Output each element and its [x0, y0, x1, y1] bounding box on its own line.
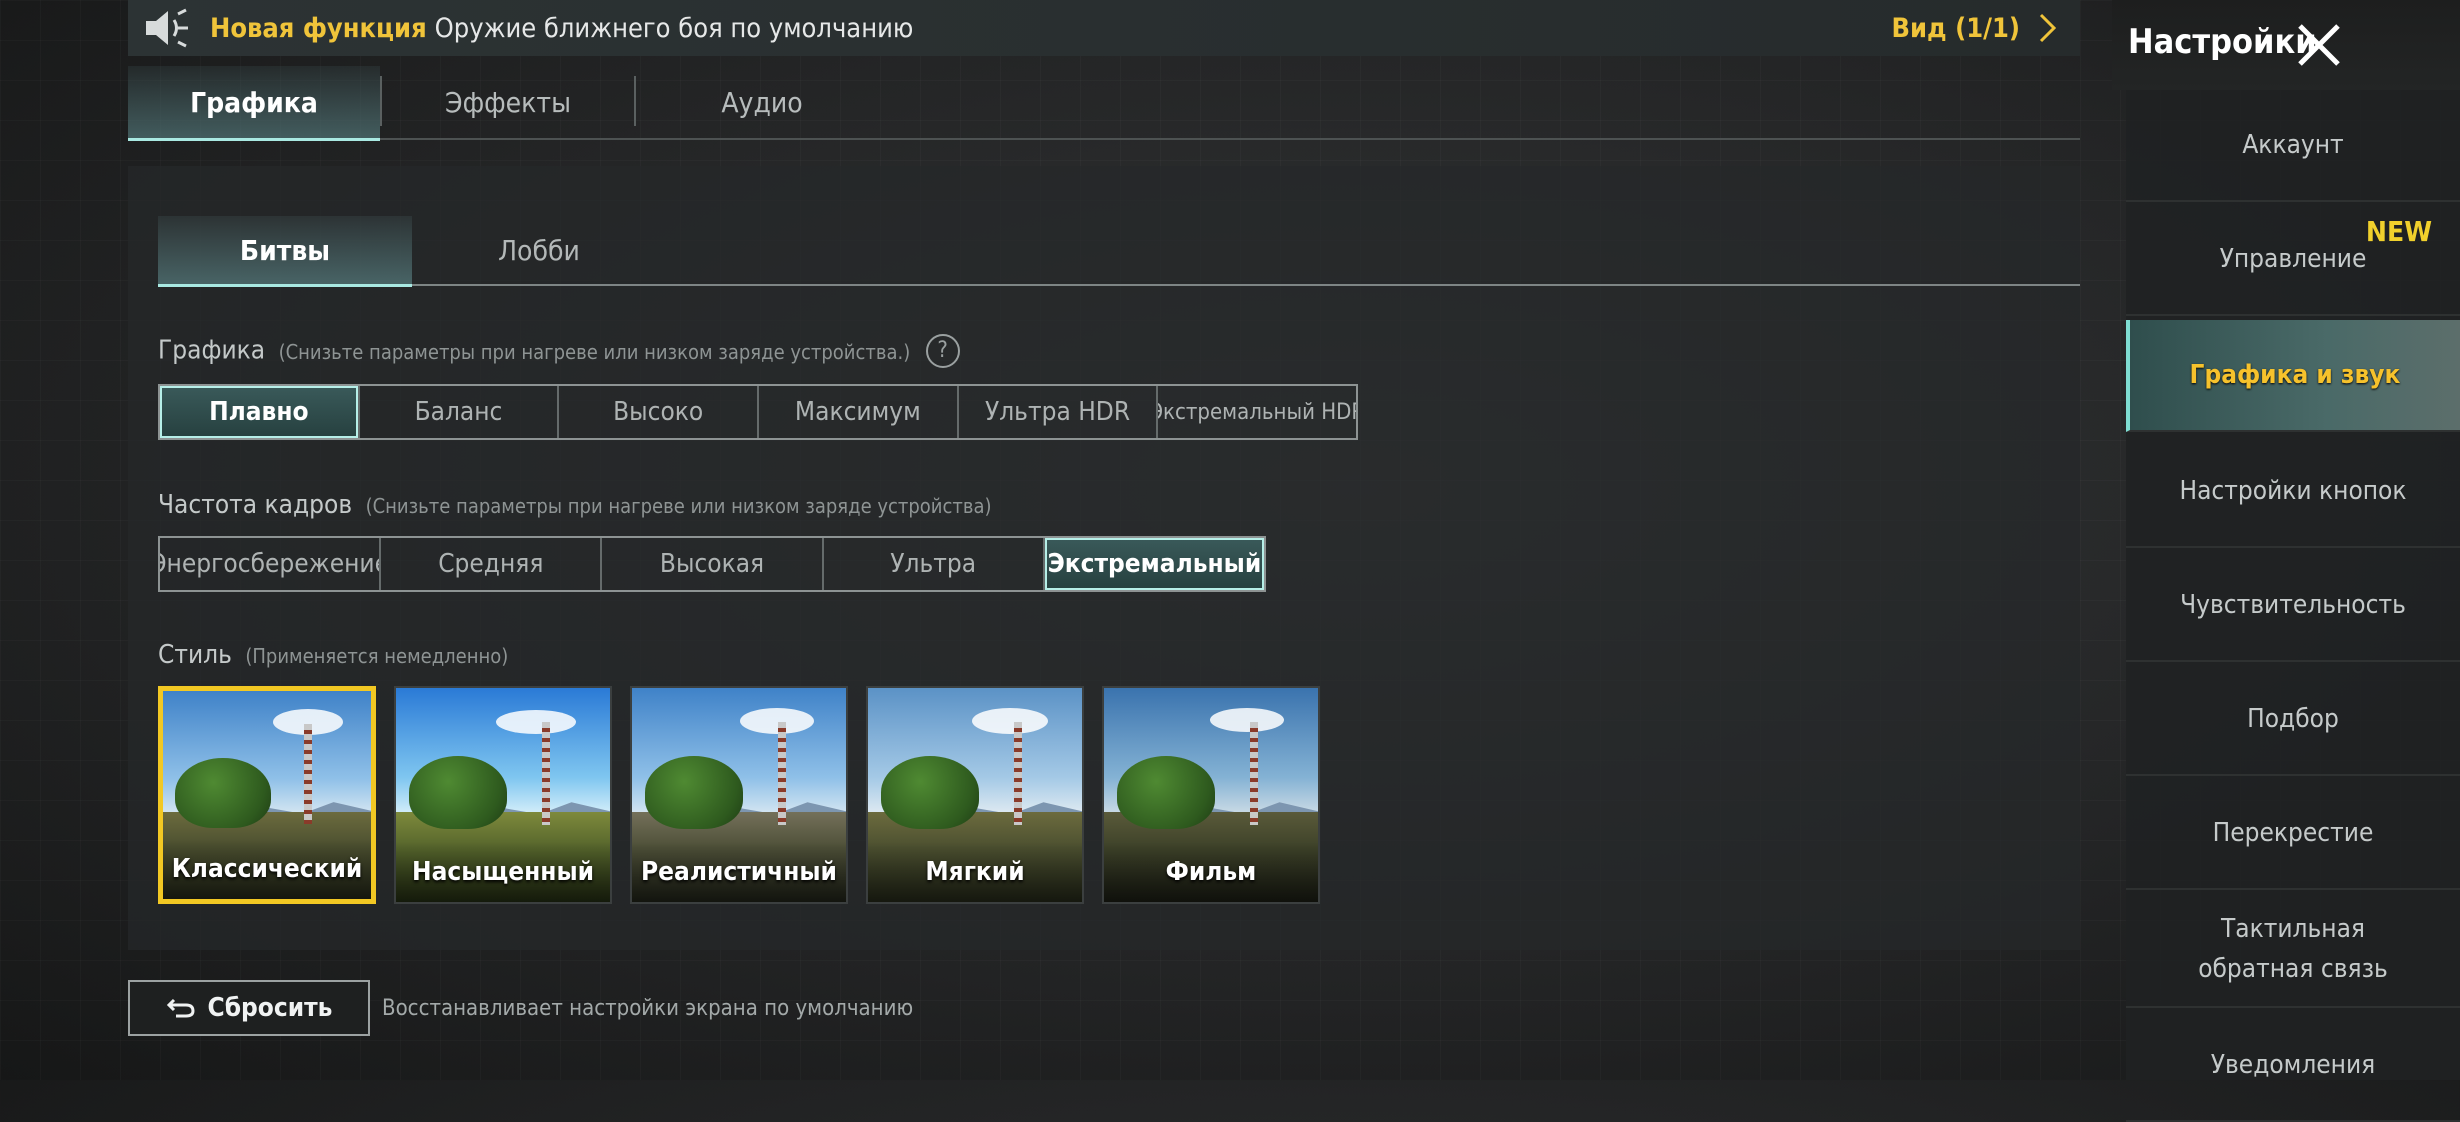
style-preview-tower: [541, 722, 550, 825]
sidebar-item-label: Настройки кнопок: [2179, 476, 2407, 506]
sidebar-item-label: Управление: [2219, 244, 2367, 274]
announcement-bar[interactable]: Новая функция Оружие ближнего боя по умо…: [128, 0, 2080, 56]
style-card-label: Мягкий: [868, 842, 1082, 902]
style-preview-tree: [644, 756, 744, 830]
graphics-option-max[interactable]: Максимум: [759, 386, 959, 438]
cloud-shape: [496, 710, 576, 734]
style-preview-tower: [1249, 722, 1258, 825]
graphics-option-ultra-hdr[interactable]: Ультра HDR: [959, 386, 1159, 438]
settings-panel: Битвы Лобби Графика (Снизьте параметры п…: [128, 166, 2080, 950]
style-card-soft[interactable]: Мягкий: [866, 686, 1084, 904]
sidebar-item-haptics[interactable]: Тактильная обратная связь: [2126, 892, 2460, 1008]
speaker-icon: [142, 8, 190, 48]
reset-button-label: Сбросить: [207, 993, 333, 1023]
sidebar-item-graphics-sound[interactable]: Графика и звук: [2126, 320, 2460, 432]
framerate-option-power-saving[interactable]: Энергосбережение: [160, 538, 382, 590]
style-note: (Применяется немедленно): [245, 644, 509, 668]
sidebar-item-button-settings[interactable]: Настройки кнопок: [2126, 436, 2460, 548]
announcement-view-link[interactable]: Вид (1/1): [1892, 13, 2020, 44]
style-card-realistic[interactable]: Реалистичный: [630, 686, 848, 904]
style-label-text: Стиль: [158, 640, 232, 670]
style-card-label: Насыщенный: [396, 842, 610, 902]
style-label: Стиль (Применяется немедленно): [158, 640, 508, 670]
cloud-shape: [1210, 708, 1284, 732]
sidebar-header: Настройки: [2112, 0, 2460, 90]
tab-graphics[interactable]: Графика: [128, 66, 380, 141]
style-preview-tree: [175, 757, 272, 829]
style-preview-tree: [1116, 756, 1216, 830]
style-card-label: Реалистичный: [632, 842, 846, 902]
cloud-shape: [972, 708, 1048, 734]
graphics-label-text: Графика: [158, 335, 266, 366]
sub-tabs: Битвы Лобби: [158, 216, 2080, 287]
tab-audio[interactable]: Аудио: [636, 66, 888, 138]
sidebar-item-label: Перекрестие: [2212, 818, 2374, 848]
sidebar-item-sensitivity[interactable]: Чувствительность: [2126, 550, 2460, 662]
framerate-label-text: Частота кадров: [158, 490, 353, 520]
announcement-message: Оружие ближнего боя по умолчанию: [434, 12, 914, 44]
graphics-option-smooth[interactable]: Плавно: [160, 386, 360, 438]
close-icon[interactable]: [2294, 20, 2344, 70]
graphics-option-balance[interactable]: Баланс: [360, 386, 560, 438]
framerate-option-extreme[interactable]: Экстремальный: [1044, 538, 1265, 590]
announcement-highlight: Новая функция: [210, 12, 427, 44]
sub-tabs-divider: [158, 284, 2080, 286]
main-tabs-divider: [128, 138, 2080, 140]
settings-sidebar: Аккаунт NEW Управление Графика и звук На…: [2126, 90, 2460, 1122]
graphics-quality-selector: Плавно Баланс Высоко Максимум Ультра HDR…: [158, 384, 1358, 440]
sidebar-item-pickup[interactable]: Подбор: [2126, 664, 2460, 776]
sidebar-item-notifications[interactable]: Уведомления: [2126, 1010, 2460, 1122]
sidebar-item-crosshair[interactable]: Перекрестие: [2126, 778, 2460, 890]
style-card-film[interactable]: Фильм: [1102, 686, 1320, 904]
style-card-label: Фильм: [1104, 842, 1318, 902]
style-card-saturated[interactable]: Насыщенный: [394, 686, 612, 904]
sidebar-item-label: Тактильная обратная связь: [2198, 914, 2388, 984]
sidebar-item-label: Графика и звук: [2189, 360, 2401, 390]
graphics-note: (Снизьте параметры при нагреве или низко…: [278, 339, 911, 364]
sidebar-item-label: Уведомления: [2210, 1050, 2376, 1080]
chevron-right-icon[interactable]: [2038, 12, 2058, 51]
graphics-quality-label: Графика (Снизьте параметры при нагреве и…: [158, 334, 960, 368]
sidebar-item-label: Чувствительность: [2180, 590, 2406, 620]
style-options: Классический Насыщенный Реалистичный Мяг…: [158, 686, 1320, 904]
reset-button[interactable]: Сбросить: [128, 980, 370, 1036]
framerate-option-ultra[interactable]: Ультра: [824, 538, 1045, 590]
sidebar-item-account[interactable]: Аккаунт: [2126, 90, 2460, 202]
style-card-label: Классический: [163, 839, 371, 899]
undo-icon: [166, 997, 196, 1019]
framerate-note: (Снизьте параметры при нагреве или низко…: [365, 494, 992, 518]
sidebar-title: Настройки: [2128, 22, 2317, 62]
framerate-option-high[interactable]: Высокая: [602, 538, 824, 590]
sidebar-item-label: Подбор: [2247, 704, 2339, 734]
style-card-classic[interactable]: Классический: [158, 686, 376, 904]
style-preview-tree: [880, 756, 980, 830]
style-preview-tower: [777, 722, 786, 825]
graphics-option-high[interactable]: Высоко: [559, 386, 760, 438]
style-preview-tree: [408, 756, 508, 830]
framerate-option-medium[interactable]: Средняя: [381, 538, 603, 590]
subtab-battles[interactable]: Битвы: [158, 216, 412, 287]
subtab-lobby[interactable]: Лобби: [412, 216, 666, 284]
sidebar-item-label: Аккаунт: [2242, 130, 2344, 160]
sidebar-item-controls[interactable]: NEW Управление: [2126, 204, 2460, 316]
graphics-option-extreme-hdr[interactable]: Экстремальный HDR: [1158, 386, 1356, 438]
framerate-label: Частота кадров (Снизьте параметры при на…: [158, 490, 992, 520]
main-tabs: Графика Эффекты Аудио: [128, 66, 2080, 141]
reset-description: Восстанавливает настройки экрана по умол…: [382, 996, 914, 1021]
help-icon[interactable]: ?: [925, 334, 960, 368]
style-preview-tower: [1013, 722, 1022, 825]
tab-effects[interactable]: Эффекты: [382, 66, 634, 138]
framerate-selector: Энергосбережение Средняя Высокая Ультра …: [158, 536, 1266, 592]
new-badge: NEW: [2365, 215, 2432, 248]
style-preview-tower: [304, 724, 313, 825]
